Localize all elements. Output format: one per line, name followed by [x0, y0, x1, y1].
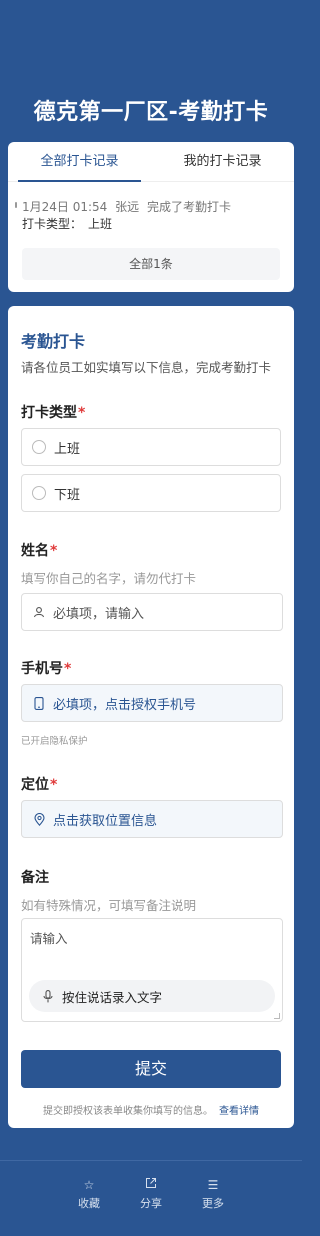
microphone-icon	[41, 989, 55, 1003]
record-detail: 打卡类型： 上班	[22, 216, 231, 233]
phone-placeholder: 必填项，点击授权手机号	[53, 697, 197, 713]
radio-icon	[32, 440, 46, 454]
required-mark: *	[64, 661, 72, 677]
more-button[interactable]: ☰ 更多	[201, 1175, 225, 1236]
label-text: 打卡类型	[21, 405, 77, 421]
voice-label: 按住说话录入文字	[62, 989, 163, 1005]
question-label-location: 定位*	[21, 774, 57, 794]
question-label-clock-type: 打卡类型*	[21, 402, 85, 422]
submit-button[interactable]: 提交	[21, 1050, 281, 1088]
resize-handle[interactable]	[274, 1013, 280, 1019]
records-tabs: 全部打卡记录 我的打卡记录	[8, 142, 294, 182]
phone-authorize-input[interactable]: 必填项，点击授权手机号	[21, 684, 283, 722]
form-title: 考勤打卡	[21, 332, 86, 351]
record-item[interactable]: 1月24日 01:54 张远 完成了考勤打卡 打卡类型： 上班	[15, 199, 231, 233]
name-placeholder: 必填项，请输入	[53, 606, 145, 622]
name-input[interactable]: 必填项，请输入	[21, 593, 283, 631]
record-type-value: 上班	[88, 217, 113, 231]
privacy-note: 已开启隐私保护	[21, 736, 88, 747]
record-type-label: 打卡类型：	[22, 217, 83, 231]
question-desc-name: 填写你自己的名字，请勿代打卡	[21, 571, 197, 586]
location-input[interactable]: 点击获取位置信息	[21, 800, 283, 838]
share-label: 分享	[140, 1197, 162, 1210]
user-icon	[32, 605, 46, 619]
star-icon: ☆	[83, 1178, 95, 1192]
question-label-phone: 手机号*	[21, 658, 71, 678]
location-placeholder: 点击获取位置信息	[53, 813, 158, 829]
favorite-button[interactable]: ☆ 收藏	[77, 1175, 101, 1236]
record-time: 1月24日 01:54	[22, 200, 108, 214]
question-label-name: 姓名*	[21, 540, 57, 560]
option-off-duty[interactable]: 下班	[21, 474, 281, 512]
form-description: 请各位员工如实填写以下信息，完成考勤打卡	[21, 360, 272, 375]
more-label: 更多	[202, 1197, 224, 1210]
question-desc-remark: 如有特殊情况，可填写备注说明	[21, 898, 197, 913]
option-label: 上班	[54, 441, 81, 457]
consent-note: 提交即授权该表单收集你填写的信息。 查看详情	[8, 1102, 294, 1117]
label-text: 定位	[21, 777, 49, 793]
share-button[interactable]: 分享	[139, 1175, 163, 1236]
share-icon	[145, 1175, 157, 1195]
remark-placeholder: 请输入	[30, 931, 68, 946]
record-summary: 1月24日 01:54 张远 完成了考勤打卡	[22, 199, 231, 216]
record-user: 张远	[115, 200, 140, 214]
label-text: 备注	[21, 870, 49, 886]
records-card: 全部打卡记录 我的打卡记录 1月24日 01:54 张远 完成了考勤打卡 打卡类…	[8, 142, 294, 292]
tab-my-records[interactable]: 我的打卡记录	[151, 142, 294, 181]
label-text: 手机号	[21, 661, 63, 677]
phone-icon	[32, 696, 46, 710]
remark-textarea[interactable]: 请输入 按住说话录入文字	[21, 918, 283, 1022]
voice-input-button[interactable]: 按住说话录入文字	[29, 980, 275, 1012]
required-mark: *	[50, 543, 58, 559]
tab-all-records[interactable]: 全部打卡记录	[8, 142, 151, 182]
option-on-duty[interactable]: 上班	[21, 428, 281, 466]
menu-icon: ☰	[207, 1178, 219, 1192]
required-mark: *	[50, 777, 58, 793]
bottom-bar: ☆ 收藏 分享 ☰ 更多	[0, 1160, 302, 1236]
location-pin-icon	[32, 812, 46, 826]
all-records-button[interactable]: 全部1条	[22, 248, 280, 280]
required-mark: *	[78, 405, 86, 421]
radio-icon	[32, 486, 46, 500]
consent-text: 提交即授权该表单收集你填写的信息。	[43, 1106, 213, 1117]
form-card: 考勤打卡 请各位员工如实填写以下信息，完成考勤打卡 打卡类型* 上班 下班 姓名…	[8, 306, 294, 1128]
consent-detail-link[interactable]: 查看详情	[219, 1106, 259, 1117]
record-action: 完成了考勤打卡	[146, 200, 231, 214]
page-title: 德克第一厂区-考勤打卡	[33, 100, 269, 125]
favorite-label: 收藏	[78, 1197, 100, 1210]
label-text: 姓名	[21, 543, 49, 559]
option-label: 下班	[54, 487, 81, 503]
question-label-remark: 备注	[21, 867, 49, 887]
